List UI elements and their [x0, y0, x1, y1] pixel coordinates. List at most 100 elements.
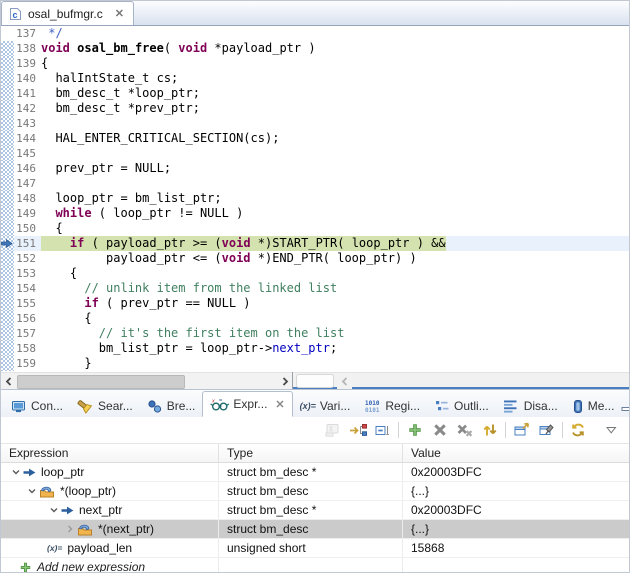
- chevron-expanded-icon[interactable]: [25, 486, 39, 496]
- code-line-159[interactable]: 159 }: [1, 356, 629, 371]
- tab-close-icon[interactable]: ✕: [115, 7, 124, 20]
- chevron-expanded-icon[interactable]: [47, 505, 61, 515]
- remove-all-expressions-button[interactable]: [455, 421, 474, 439]
- code-line-139[interactable]: 139 {: [1, 56, 629, 71]
- code-line-154[interactable]: 154 // unlink item from the linked list: [1, 281, 629, 296]
- editor-gutter[interactable]: [1, 131, 14, 146]
- secondary-scroll-thumb[interactable]: [296, 374, 334, 388]
- editor-gutter[interactable]: [1, 161, 14, 176]
- open-new-view-button[interactable]: [512, 421, 531, 439]
- code-line-157[interactable]: 157 // it's the first item on the list: [1, 326, 629, 341]
- code-editor[interactable]: 137 */138 void osal_bm_free( void *payloa…: [1, 26, 629, 372]
- code-line-147[interactable]: 147: [1, 176, 629, 191]
- code-line-156[interactable]: 156 {: [1, 311, 629, 326]
- editor-gutter[interactable]: [1, 281, 14, 296]
- tab-close-icon[interactable]: ✕: [275, 398, 284, 411]
- editor-gutter[interactable]: [1, 146, 14, 161]
- code-line-143[interactable]: 143: [1, 116, 629, 131]
- editor-gutter[interactable]: [1, 71, 14, 86]
- code-line-152[interactable]: 152 payload_ptr <= (void *)END_PTR( loop…: [1, 251, 629, 266]
- view-menu-button[interactable]: [602, 421, 621, 439]
- editor-hscrollbar[interactable]: [1, 372, 292, 389]
- panel-tab-console[interactable]: Con...: [4, 395, 70, 417]
- editor-tab-osal-bufmgr[interactable]: c osal_bufmgr.c ✕: [1, 1, 134, 25]
- column-header-expression[interactable]: Expression: [1, 444, 219, 462]
- code-line-151[interactable]: 151 if ( payload_ptr >= (void *)START_PT…: [1, 236, 629, 251]
- expression-value: 0x20003DFC: [411, 465, 482, 479]
- collapse-all-button[interactable]: [373, 421, 392, 439]
- panel-tab-memory[interactable]: Me...: [565, 395, 622, 417]
- code-line-149[interactable]: 149 while ( loop_ptr != NULL ): [1, 206, 629, 221]
- panel-tab-disassembly[interactable]: Disa...: [496, 395, 565, 417]
- code-line-158[interactable]: 158 bm_list_ptr = loop_ptr->next_ptr;: [1, 341, 629, 356]
- secondary-hscrollbar[interactable]: [293, 372, 629, 389]
- expression-row-loop_ptr[interactable]: *(loop_ptr) struct bm_desc {...}: [1, 482, 629, 501]
- editor-gutter[interactable]: [1, 86, 14, 101]
- scroll-right-button[interactable]: [277, 373, 292, 389]
- panel-tab-variables[interactable]: (x)= Vari...: [293, 395, 358, 417]
- expression-value: {...}: [411, 484, 430, 498]
- code-line-142[interactable]: 142 bm_desc_t *prev_ptr;: [1, 101, 629, 116]
- editor-gutter[interactable]: [1, 26, 14, 41]
- expression-row-loop_ptr[interactable]: loop_ptr struct bm_desc * 0x20003DFC: [1, 463, 629, 482]
- code-line-141[interactable]: 141 bm_desc_t *loop_ptr;: [1, 86, 629, 101]
- struct-icon: [39, 485, 55, 498]
- panel-tab-bar: Con... Sear... Bre... x = Expr... ✕ (x)= Vari...…: [1, 390, 629, 417]
- editor-gutter[interactable]: [1, 341, 14, 356]
- editor-gutter[interactable]: [1, 356, 14, 371]
- reevaluate-button[interactable]: [480, 421, 499, 439]
- editor-gutter[interactable]: [1, 191, 14, 206]
- add-new-expression-row[interactable]: Add new expression: [1, 558, 629, 572]
- expression-type: [219, 558, 403, 572]
- column-header-type[interactable]: Type: [219, 444, 403, 462]
- code-line-138[interactable]: 138 void osal_bm_free( void *payload_ptr …: [1, 41, 629, 56]
- editor-gutter[interactable]: [1, 251, 14, 266]
- scroll-left-button[interactable]: [1, 373, 16, 389]
- chevron-expanded-icon[interactable]: [9, 467, 23, 477]
- code-line-153[interactable]: 153 {: [1, 266, 629, 281]
- minimize-button[interactable]: [621, 401, 629, 412]
- editor-gutter[interactable]: [1, 176, 14, 191]
- panel-tab-search[interactable]: Sear...: [70, 395, 140, 417]
- toolbar-separator: [398, 422, 399, 438]
- expression-row-payload_len[interactable]: (x)= payload_len unsigned short 15868: [1, 539, 629, 558]
- panel-tab-outline[interactable]: Outli...: [427, 395, 496, 417]
- editor-gutter[interactable]: [1, 41, 14, 56]
- panel-tab-expressions[interactable]: x = Expr... ✕: [202, 391, 293, 417]
- editor-gutter[interactable]: [1, 206, 14, 221]
- scroll-thumb[interactable]: [17, 375, 185, 389]
- refresh-button[interactable]: [569, 421, 588, 439]
- expression-row-next_ptr[interactable]: next_ptr struct bm_desc * 0x20003DFC: [1, 501, 629, 520]
- code-line-137[interactable]: 137 */: [1, 26, 629, 41]
- remove-expression-button[interactable]: [430, 421, 449, 439]
- editor-gutter[interactable]: [1, 266, 14, 281]
- panel-tab-breakpoints[interactable]: Bre...: [140, 395, 203, 417]
- memory-icon: [572, 399, 584, 414]
- editor-gutter[interactable]: [1, 311, 14, 326]
- editor-gutter[interactable]: [1, 221, 14, 236]
- outline-icon: [434, 399, 450, 413]
- editor-gutter[interactable]: [1, 116, 14, 131]
- code-line-150[interactable]: 150 {: [1, 221, 629, 236]
- editor-gutter[interactable]: [1, 101, 14, 116]
- svg-text:c: c: [13, 10, 18, 20]
- editor-gutter[interactable]: [1, 56, 14, 71]
- column-header-value[interactable]: Value: [403, 444, 629, 462]
- pin-view-button[interactable]: [537, 421, 556, 439]
- code-line-140[interactable]: 140 halIntState_t cs;: [1, 71, 629, 86]
- code-line-148[interactable]: 148 loop_ptr = bm_list_ptr;: [1, 191, 629, 206]
- panel-tab-registers[interactable]: 1010 0101 Regi...: [357, 395, 427, 417]
- editor-gutter[interactable]: [1, 236, 14, 251]
- editor-gutter[interactable]: [1, 296, 14, 311]
- add-expression-button[interactable]: [405, 421, 424, 439]
- code-line-146[interactable]: 146 prev_ptr = NULL;: [1, 161, 629, 176]
- expression-row-next_ptr[interactable]: *(next_ptr) struct bm_desc {...}: [1, 520, 629, 539]
- line-number: 142: [16, 102, 36, 115]
- editor-gutter[interactable]: [1, 326, 14, 341]
- code-line-155[interactable]: 155 if ( prev_ptr == NULL ): [1, 296, 629, 311]
- code-line-145[interactable]: 145: [1, 146, 629, 161]
- line-number: 149: [16, 207, 36, 220]
- code-line-144[interactable]: 144 HAL_ENTER_CRITICAL_SECTION(cs);: [1, 131, 629, 146]
- chevron-collapsed-icon[interactable]: [63, 524, 77, 534]
- show-logical-structure-button[interactable]: [348, 421, 367, 439]
